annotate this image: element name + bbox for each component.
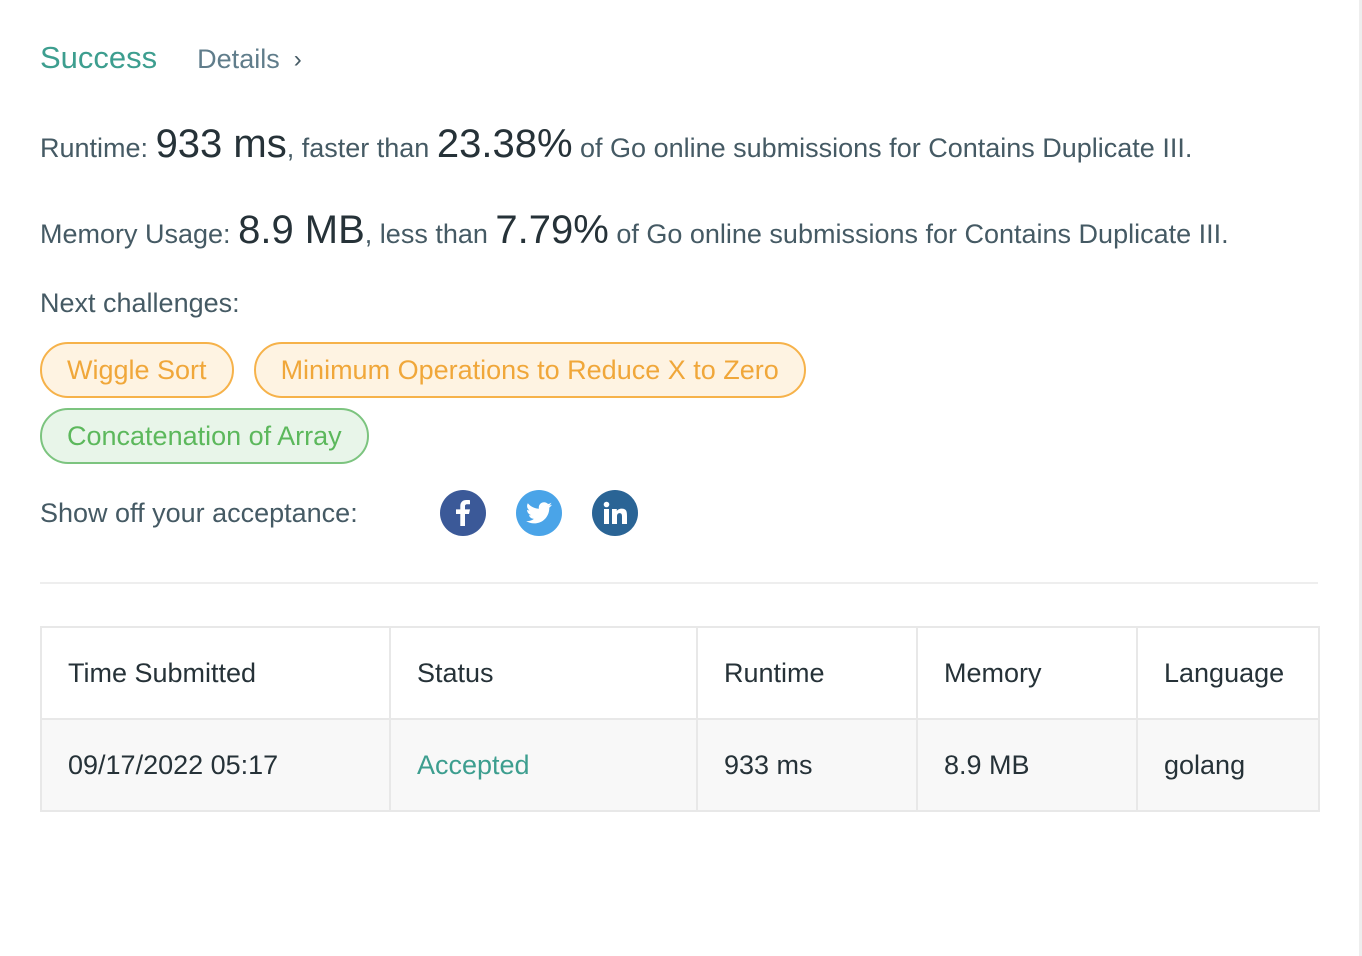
details-link[interactable]: Details › xyxy=(197,44,302,75)
runtime-percentile: 23.38% xyxy=(436,122,573,166)
cell-memory: 8.9 MB xyxy=(916,718,1138,812)
runtime-suffix: of Go online submissions for Contains Du… xyxy=(580,133,1193,163)
chevron-right-icon: › xyxy=(293,45,302,73)
challenge-chip-concatenation-of-array[interactable]: Concatenation of Array xyxy=(40,408,369,464)
details-label: Details xyxy=(197,44,280,74)
submissions-table: Time Submitted Status Runtime Memory Lan… xyxy=(40,626,1320,812)
runtime-comparison-text: , faster than xyxy=(286,133,430,163)
accepted-status-link[interactable]: Accepted xyxy=(417,750,530,780)
column-header-language[interactable]: Language xyxy=(1136,626,1320,720)
cell-language: golang xyxy=(1136,718,1320,812)
result-status: Success xyxy=(40,40,158,75)
column-header-time-submitted[interactable]: Time Submitted xyxy=(40,626,391,720)
memory-stat: Memory Usage: 8.9 MB, less than 7.79% of… xyxy=(40,208,1318,254)
share-row: Show off your acceptance: xyxy=(40,488,1318,538)
challenge-chip-wiggle-sort[interactable]: Wiggle Sort xyxy=(40,342,234,398)
runtime-value: 933 ms xyxy=(155,122,287,166)
memory-label: Memory Usage: xyxy=(40,219,231,249)
column-header-runtime[interactable]: Runtime xyxy=(696,626,918,720)
result-header: Success Details › xyxy=(40,40,1318,92)
cell-runtime: 933 ms xyxy=(696,718,918,812)
next-challenges-list: Wiggle Sort Minimum Operations to Reduce… xyxy=(40,342,940,464)
challenge-chip-minimum-operations[interactable]: Minimum Operations to Reduce X to Zero xyxy=(253,342,806,398)
memory-suffix: of Go online submissions for Contains Du… xyxy=(616,219,1229,249)
cell-time-submitted: 09/17/2022 05:17 xyxy=(40,718,391,812)
next-challenges-label: Next challenges: xyxy=(40,288,240,318)
submission-result-panel: Success Details › Runtime: 933 ms, faste… xyxy=(40,40,1320,812)
cell-status: Accepted xyxy=(389,718,698,812)
facebook-icon[interactable] xyxy=(440,490,486,536)
memory-comparison-text: , less than xyxy=(364,219,488,249)
runtime-stat: Runtime: 933 ms, faster than 23.38% of G… xyxy=(40,122,1318,168)
table-row: 09/17/2022 05:17 Accepted 933 ms 8.9 MB … xyxy=(40,718,1320,812)
memory-percentile: 7.79% xyxy=(495,208,609,252)
twitter-icon[interactable] xyxy=(516,490,562,536)
share-label: Show off your acceptance: xyxy=(40,497,358,528)
column-header-memory[interactable]: Memory xyxy=(916,626,1138,720)
column-header-status[interactable]: Status xyxy=(389,626,698,720)
section-divider xyxy=(40,582,1318,584)
memory-value: 8.9 MB xyxy=(238,208,365,252)
table-header-row: Time Submitted Status Runtime Memory Lan… xyxy=(40,626,1320,720)
linkedin-icon[interactable] xyxy=(592,490,638,536)
runtime-label: Runtime: xyxy=(40,133,149,163)
